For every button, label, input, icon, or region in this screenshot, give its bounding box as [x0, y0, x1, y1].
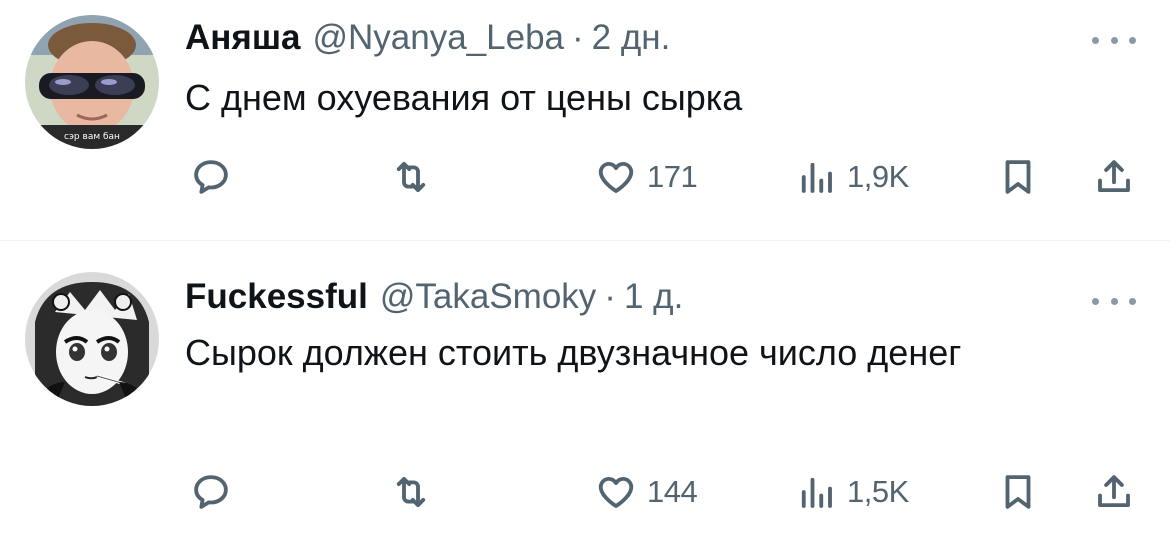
views-button[interactable]: 1,9K	[795, 152, 909, 202]
tweet[interactable]: Fuckessful @TakaSmoky · 1 д. Сырок долже…	[0, 241, 1170, 533]
avatar[interactable]: сэр вам бан	[25, 15, 159, 149]
display-name[interactable]: Fuckessful	[185, 277, 368, 317]
share-icon	[1098, 475, 1130, 508]
avatar-caption: сэр вам бан	[64, 132, 120, 142]
bookmark-icon	[1005, 475, 1031, 509]
bookmark-button[interactable]	[997, 152, 1039, 202]
retweet-button[interactable]	[390, 152, 432, 202]
username[interactable]: @TakaSmoky	[380, 277, 596, 317]
tweet-text: Сырок должен стоить двузначное число ден…	[185, 332, 962, 373]
timestamp[interactable]: 2 дн.	[592, 18, 671, 58]
bookmark-button[interactable]	[997, 467, 1039, 517]
views-icon	[801, 162, 832, 193]
like-icon	[598, 161, 634, 193]
reply-icon	[194, 475, 228, 509]
more-icon[interactable]	[1092, 291, 1136, 311]
retweet-icon	[396, 476, 426, 508]
tweet[interactable]: сэр вам бан Аняша @Nyanya_Leba · 2 дн. С…	[0, 0, 1170, 240]
bookmark-icon	[1005, 160, 1031, 194]
share-icon	[1098, 160, 1130, 193]
retweet-button[interactable]	[390, 467, 432, 517]
like-count: 144	[647, 474, 698, 509]
separator-dot: ·	[572, 18, 584, 57]
share-button[interactable]	[1093, 467, 1135, 517]
like-button[interactable]: 144	[595, 467, 698, 517]
separator-dot: ·	[604, 277, 616, 316]
reply-button[interactable]	[190, 152, 232, 202]
tweet-text: С днем охуевания от цены сырка	[185, 77, 743, 118]
views-button[interactable]: 1,5K	[795, 467, 909, 517]
action-bar: 144 1,5K	[185, 467, 1140, 517]
more-icon[interactable]	[1092, 30, 1136, 50]
views-count: 1,9K	[847, 159, 909, 194]
retweet-icon	[396, 161, 426, 193]
username[interactable]: @Nyanya_Leba	[312, 18, 564, 58]
avatar-image: сэр вам бан	[25, 15, 159, 149]
reply-icon	[194, 160, 228, 194]
avatar-image	[25, 272, 159, 406]
action-bar: 171 1,9K	[185, 152, 1140, 202]
like-button[interactable]: 171	[595, 152, 698, 202]
tweet-header: Fuckessful @TakaSmoky · 1 д.	[185, 277, 683, 317]
views-icon	[801, 477, 832, 508]
like-count: 171	[647, 159, 698, 194]
tweet-header: Аняша @Nyanya_Leba · 2 дн.	[185, 18, 670, 58]
display-name[interactable]: Аняша	[185, 18, 300, 58]
timestamp[interactable]: 1 д.	[624, 277, 683, 317]
avatar[interactable]	[25, 272, 159, 406]
views-count: 1,5K	[847, 474, 909, 509]
like-icon	[598, 476, 634, 508]
share-button[interactable]	[1093, 152, 1135, 202]
reply-button[interactable]	[190, 467, 232, 517]
